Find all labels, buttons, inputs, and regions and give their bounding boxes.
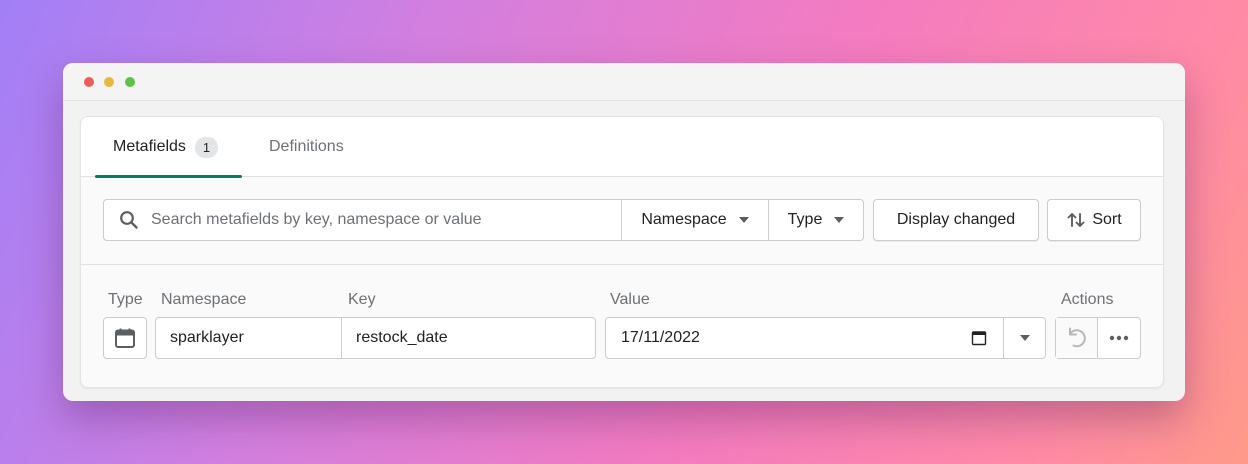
- tab-metafields[interactable]: Metafields 1: [95, 117, 242, 178]
- key-value: restock_date: [356, 329, 448, 346]
- namespace-filter-button[interactable]: Namespace: [622, 200, 769, 240]
- tab-label: Definitions: [269, 138, 344, 155]
- type-select-button[interactable]: [103, 317, 147, 359]
- caret-down-icon: [1019, 335, 1030, 341]
- search-icon: [120, 211, 138, 229]
- tab-bar: Metafields 1 Definitions: [81, 117, 1163, 178]
- more-horizontal-icon: [1109, 335, 1129, 341]
- app-window: Metafields 1 Definitions Search metafiel…: [63, 63, 1185, 401]
- tab-definitions[interactable]: Definitions: [269, 117, 344, 177]
- divider: [81, 264, 1163, 265]
- caret-down-icon: [834, 217, 845, 223]
- more-actions-button[interactable]: [1098, 318, 1140, 358]
- undo-button[interactable]: [1056, 318, 1098, 358]
- namespace-key-group: sparklayer restock_date: [155, 317, 596, 359]
- count-badge: 1: [194, 136, 219, 158]
- sort-button[interactable]: Sort: [1047, 199, 1141, 241]
- search-placeholder: Search metafields by key, namespace or v…: [151, 211, 482, 228]
- caret-down-icon: [738, 217, 749, 223]
- metafields-card: Metafields 1 Definitions Search metafiel…: [80, 116, 1164, 388]
- column-header-key: Key: [348, 291, 376, 308]
- type-filter-label: Type: [787, 211, 823, 228]
- sort-label: Sort: [1092, 211, 1122, 228]
- key-field[interactable]: restock_date: [342, 318, 595, 358]
- search-filter-group: Search metafields by key, namespace or v…: [103, 199, 864, 241]
- namespace-field[interactable]: sparklayer: [156, 318, 342, 358]
- value-group: 17/11/2022: [605, 317, 1046, 359]
- column-header-actions: Actions: [1061, 291, 1114, 308]
- search-input[interactable]: Search metafields by key, namespace or v…: [104, 200, 622, 240]
- actions-group: [1055, 317, 1141, 359]
- title-bar: [63, 63, 1185, 101]
- date-value: 17/11/2022: [621, 329, 700, 346]
- column-header-value: Value: [610, 291, 650, 308]
- type-filter-button[interactable]: Type: [769, 200, 863, 240]
- tab-label: Metafields: [113, 138, 186, 155]
- namespace-value: sparklayer: [170, 329, 244, 346]
- calendar-icon: [115, 328, 135, 348]
- date-picker-icon[interactable]: [971, 330, 987, 346]
- minimize-window-button[interactable]: [104, 77, 114, 87]
- display-changed-button[interactable]: Display changed: [873, 199, 1039, 241]
- date-value-field[interactable]: 17/11/2022: [606, 318, 1004, 358]
- namespace-filter-label: Namespace: [641, 211, 727, 228]
- undo-icon: [1068, 327, 1086, 348]
- maximize-window-button[interactable]: [125, 77, 135, 87]
- value-options-button[interactable]: [1004, 318, 1045, 358]
- close-window-button[interactable]: [84, 77, 94, 87]
- sort-icon: [1067, 213, 1085, 227]
- filter-bar: Search metafields by key, namespace or v…: [103, 199, 1143, 241]
- display-changed-label: Display changed: [896, 211, 1016, 228]
- column-header-type: Type: [108, 291, 143, 308]
- column-header-namespace: Namespace: [161, 291, 247, 308]
